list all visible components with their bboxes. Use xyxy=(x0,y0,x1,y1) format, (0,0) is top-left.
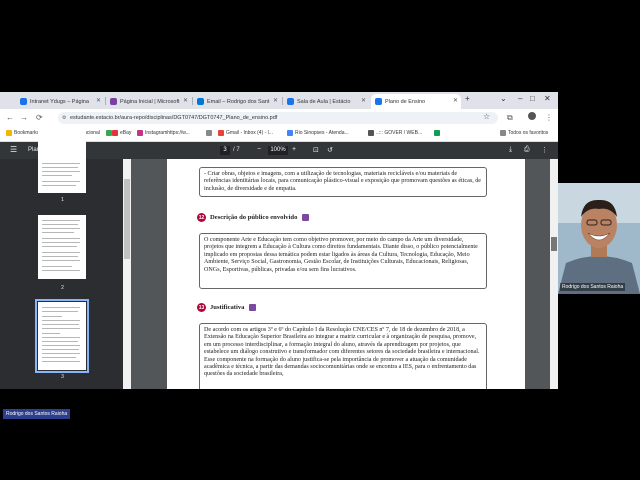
folder-icon xyxy=(500,130,506,136)
page-number-input[interactable]: 3 xyxy=(220,146,230,155)
thumbnail-number: 1 xyxy=(61,197,64,203)
bookmark-favicon-icon xyxy=(137,130,143,136)
close-icon[interactable]: ✕ xyxy=(183,97,188,104)
close-icon[interactable]: ✕ xyxy=(273,97,278,104)
bookmark-item[interactable] xyxy=(206,130,214,136)
tab-favicon-icon xyxy=(287,98,294,105)
tab-email[interactable]: Email – Rodrigo dos Sant ✕ xyxy=(193,94,281,109)
tab-favicon-icon xyxy=(375,98,382,105)
participant-name-label: Rodrigo dos Santos Raioha xyxy=(560,283,626,291)
pdf-viewer: - Criar obras, objetos e imagens, com a … xyxy=(131,159,558,389)
audience-box: O componente Arte e Educação tem como ob… xyxy=(199,233,487,289)
tab-microsoft[interactable]: Página Inicial | Microsoft ✕ xyxy=(106,94,191,109)
bookmark-favicon-icon xyxy=(206,130,212,136)
back-icon[interactable]: ← xyxy=(6,113,14,122)
more-options-icon[interactable]: ⋮ xyxy=(541,146,548,154)
bookmark-favicon-icon xyxy=(112,130,118,136)
pdf-page: - Criar obras, objetos e imagens, com a … xyxy=(167,159,525,389)
url-input[interactable]: ⚙ estudante.estacio.br/aura-repo/discipl… xyxy=(58,112,498,124)
bookmark-star-icon[interactable]: ☆ xyxy=(483,112,490,121)
section-number-badge: 13 xyxy=(197,303,206,312)
close-icon[interactable]: ✕ xyxy=(361,97,366,104)
meeting-stage: Intranet Ydugs – Página ✕ Página Inicial… xyxy=(0,0,640,480)
page-thumbnail[interactable] xyxy=(38,129,86,193)
participant-photo xyxy=(558,183,640,294)
thumbnail-sidebar: 1 2 3 xyxy=(0,129,125,389)
extensions-icon[interactable]: ⧉ xyxy=(507,113,513,123)
section-number-badge: 12 xyxy=(197,213,206,222)
bookmark-item[interactable]: Rio Sinopses - Atenda... xyxy=(287,130,349,136)
objectives-box: - Criar obras, objetos e imagens, com a … xyxy=(199,167,487,197)
section-13-heading: 13 Justificativa xyxy=(197,303,257,312)
people-icon xyxy=(302,214,310,221)
tab-sala-de-aula[interactable]: Sala de Aula | Estácio ✕ xyxy=(283,94,369,109)
tab-search-icon[interactable]: ⌄ xyxy=(500,94,507,103)
rotate-icon[interactable]: ↺ xyxy=(327,146,333,154)
tab-label: Intranet Ydugs – Página xyxy=(30,98,89,105)
bookmark-item[interactable] xyxy=(434,130,442,136)
bookmark-item[interactable]: Bookmarks xyxy=(6,130,39,136)
download-icon[interactable]: ⤓ xyxy=(509,146,512,154)
page-thumbnail[interactable] xyxy=(38,215,86,279)
section-title: Descrição do público envolvido xyxy=(210,214,298,221)
tab-plano-de-ensino[interactable]: Plano de Ensino ✕ xyxy=(371,94,461,109)
profile-avatar[interactable] xyxy=(528,112,536,120)
zoom-in-icon[interactable]: + xyxy=(292,146,296,153)
print-icon[interactable]: ⎙ xyxy=(524,146,530,154)
presenter-name-label: Rodrigo dos Santos Raioha xyxy=(3,409,71,419)
zoom-out-icon[interactable]: − xyxy=(257,146,261,153)
bookmark-favicon-icon xyxy=(434,130,440,136)
bookmark-item[interactable]: Instagramhttps://w... xyxy=(137,130,190,136)
star-icon xyxy=(6,130,12,136)
close-icon[interactable]: ✕ xyxy=(96,97,101,104)
site-info-icon[interactable]: ⚙ xyxy=(62,112,66,124)
tab-label: Plano de Ensino xyxy=(385,98,426,105)
maximize-icon[interactable]: □ xyxy=(530,94,535,103)
fit-page-icon[interactable]: ⊡ xyxy=(313,146,319,154)
tab-intranet[interactable]: Intranet Ydugs – Página ✕ xyxy=(16,94,104,109)
justification-box: De acordo com os artigos 3º e 6º do Capí… xyxy=(199,323,487,389)
zoom-input[interactable]: 100% xyxy=(268,146,288,155)
forward-icon[interactable]: → xyxy=(20,113,28,122)
tab-bar: Intranet Ydugs – Página ✕ Página Inicial… xyxy=(0,92,558,109)
new-tab-icon[interactable]: + xyxy=(465,94,470,103)
participant-video xyxy=(558,183,640,294)
bookmark-item[interactable]: eBay xyxy=(112,130,131,136)
reload-icon[interactable]: ⟳ xyxy=(36,113,43,122)
all-bookmarks[interactable]: Todos os favoritos xyxy=(500,130,548,136)
minimize-icon[interactable]: – xyxy=(518,94,522,103)
window-close-icon[interactable]: ✕ xyxy=(544,94,551,103)
bookmark-item[interactable]: Gmail - Inbox (4) - l... xyxy=(218,130,273,136)
sidebar-menu-icon[interactable]: ☰ xyxy=(10,145,17,154)
sidebar-scrollbar[interactable] xyxy=(123,159,131,389)
bookmark-item[interactable]: ..::: GOVER / WEB... xyxy=(368,130,422,136)
browser-window: Intranet Ydugs – Página ✕ Página Inicial… xyxy=(0,92,558,389)
tab-favicon-icon xyxy=(197,98,204,105)
tab-favicon-icon xyxy=(20,98,27,105)
menu-icon[interactable]: ⋮ xyxy=(545,113,553,122)
thumbnail-number: 3 xyxy=(61,374,64,380)
page-thumbnail-selected[interactable] xyxy=(35,299,89,373)
close-icon[interactable]: ✕ xyxy=(453,97,458,104)
section-12-heading: 12 Descrição do público envolvido xyxy=(197,213,310,222)
tab-label: Página Inicial | Microsoft xyxy=(120,98,180,105)
section-title: Justificativa xyxy=(210,304,245,311)
document-scrollbar[interactable] xyxy=(550,159,558,389)
tab-favicon-icon xyxy=(110,98,117,105)
thumbnail-number: 2 xyxy=(61,285,64,291)
bookmark-favicon-icon xyxy=(368,130,374,136)
bookmark-favicon-icon xyxy=(287,130,293,136)
gmail-icon xyxy=(218,130,224,136)
tab-label: Email – Rodrigo dos Sant xyxy=(207,98,270,105)
document-icon xyxy=(249,304,257,311)
address-bar: ← → ⟳ ⚙ estudante.estacio.br/aura-repo/d… xyxy=(0,109,558,127)
url-text: estudante.estacio.br/aura-repo/disciplin… xyxy=(70,115,278,121)
tab-label: Sala de Aula | Estácio xyxy=(297,98,351,105)
page-total: / 7 xyxy=(233,147,240,153)
